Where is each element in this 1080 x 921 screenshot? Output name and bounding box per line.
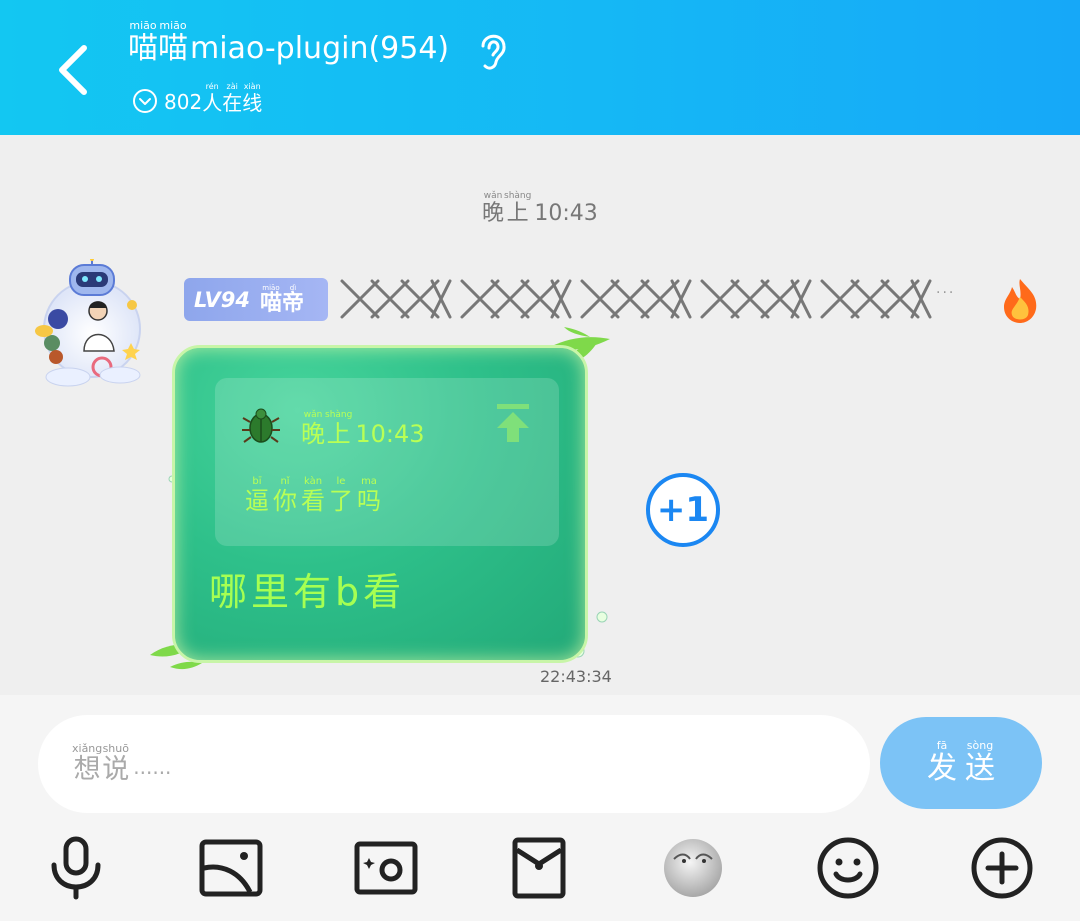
- chat-header: miāo 喵 miāo 喵 miao-plugin(954) 802 rén 人…: [0, 0, 1080, 135]
- red-packet-icon: [512, 837, 566, 899]
- sticker-button[interactable]: [657, 832, 729, 904]
- quote-time-value: 10:43: [355, 420, 425, 448]
- quote-time-char: wǎn 晚: [301, 410, 325, 448]
- level-title-char: miāo 喵: [259, 283, 282, 316]
- quote-time-char: shàng 上: [325, 410, 353, 448]
- quote-char: bī 逼: [245, 476, 269, 515]
- plus-one-button[interactable]: +1: [646, 473, 720, 547]
- online-char: rén 人: [202, 82, 223, 115]
- quote-text: bī 逼 nǐ 你 kàn 看 le 了 ma 吗: [245, 476, 385, 515]
- time-value: 10:43: [534, 201, 598, 226]
- placeholder-ellipsis: ······: [133, 761, 172, 785]
- level-badge: LV94 miāo 喵 dì 帝: [184, 278, 328, 321]
- title-char: miāo 喵: [158, 19, 188, 66]
- back-arrow-icon[interactable]: [50, 40, 100, 100]
- title-char: miāo 喵: [128, 19, 158, 66]
- placeholder-char: xiǎng 想: [72, 742, 103, 785]
- quote-char: nǐ 你: [273, 476, 297, 515]
- picture-button[interactable]: [195, 832, 267, 904]
- chevron-down-circle-icon: [133, 89, 157, 113]
- sticker-icon: [664, 839, 722, 897]
- send-char: fā 发: [927, 739, 957, 786]
- input-placeholder: xiǎng 想 shuō 说 ······: [72, 742, 172, 786]
- send-char: sòng 送: [965, 739, 995, 786]
- nickname-more: ···: [936, 285, 956, 301]
- microphone-icon: [51, 836, 101, 900]
- input-area: xiǎng 想 shuō 说 ······ fā 发 sòng 送: [0, 695, 1080, 921]
- camera-button[interactable]: [350, 832, 422, 904]
- quote-time: wǎn 晚 shàng 上 10:43: [301, 410, 425, 448]
- title-latin: miao-plugin(954): [190, 31, 450, 66]
- online-char: xiàn 线: [242, 82, 263, 115]
- message-timestamp: 22:43:34: [540, 667, 612, 686]
- quoted-message[interactable]: wǎn 晚 shàng 上 10:43 bī 逼 nǐ 你 kàn 看 le 了…: [215, 378, 559, 546]
- fire-icon: [1004, 279, 1037, 323]
- emoji-button[interactable]: [812, 832, 884, 904]
- time-char: wǎn 晚: [482, 191, 505, 226]
- picture-icon: [199, 839, 263, 897]
- quote-char: kàn 看: [301, 476, 325, 515]
- chat-area[interactable]: wǎn 晚 shàng 上 10:43 LV94 miāo 喵 dì 帝 ···…: [0, 135, 1080, 695]
- input-toolbar: [0, 830, 1080, 910]
- jump-to-top-icon[interactable]: [493, 402, 533, 444]
- avatar[interactable]: [28, 259, 152, 389]
- quote-char: ma 吗: [357, 476, 381, 515]
- plus-button[interactable]: [966, 832, 1038, 904]
- online-count: 802: [164, 90, 203, 114]
- sender-nickname[interactable]: [336, 275, 936, 323]
- message-bubble[interactable]: wǎn 晚 shàng 上 10:43 bī 逼 nǐ 你 kàn 看 le 了…: [172, 345, 588, 663]
- time-separator: wǎn 晚 shàng 上 10:43: [482, 191, 598, 227]
- red-packet-button[interactable]: [503, 832, 575, 904]
- microphone-button[interactable]: [40, 832, 112, 904]
- level-title: miāo 喵 dì 帝: [260, 284, 304, 316]
- online-status[interactable]: 802 rén 人 zài 在 xiàn 线: [132, 82, 262, 115]
- camera-icon: [354, 841, 418, 895]
- placeholder-char: shuō 说: [102, 742, 130, 785]
- ear-icon[interactable]: [473, 28, 513, 74]
- level-title-char: dì 帝: [281, 283, 304, 316]
- quote-char: le 了: [329, 476, 353, 515]
- level-text: LV94: [194, 287, 250, 312]
- group-title[interactable]: miāo 喵 miāo 喵 miao-plugin(954): [128, 20, 449, 66]
- emoji-icon: [817, 837, 879, 899]
- message-input[interactable]: xiǎng 想 shuō 说 ······: [38, 715, 870, 813]
- online-char: zài 在: [222, 82, 243, 115]
- message-text: 哪里有b看: [209, 570, 406, 614]
- beetle-icon: [242, 408, 280, 443]
- send-button[interactable]: fā 发 sòng 送: [880, 717, 1042, 809]
- plus-icon: [971, 837, 1033, 899]
- time-char: shàng 上: [504, 191, 532, 226]
